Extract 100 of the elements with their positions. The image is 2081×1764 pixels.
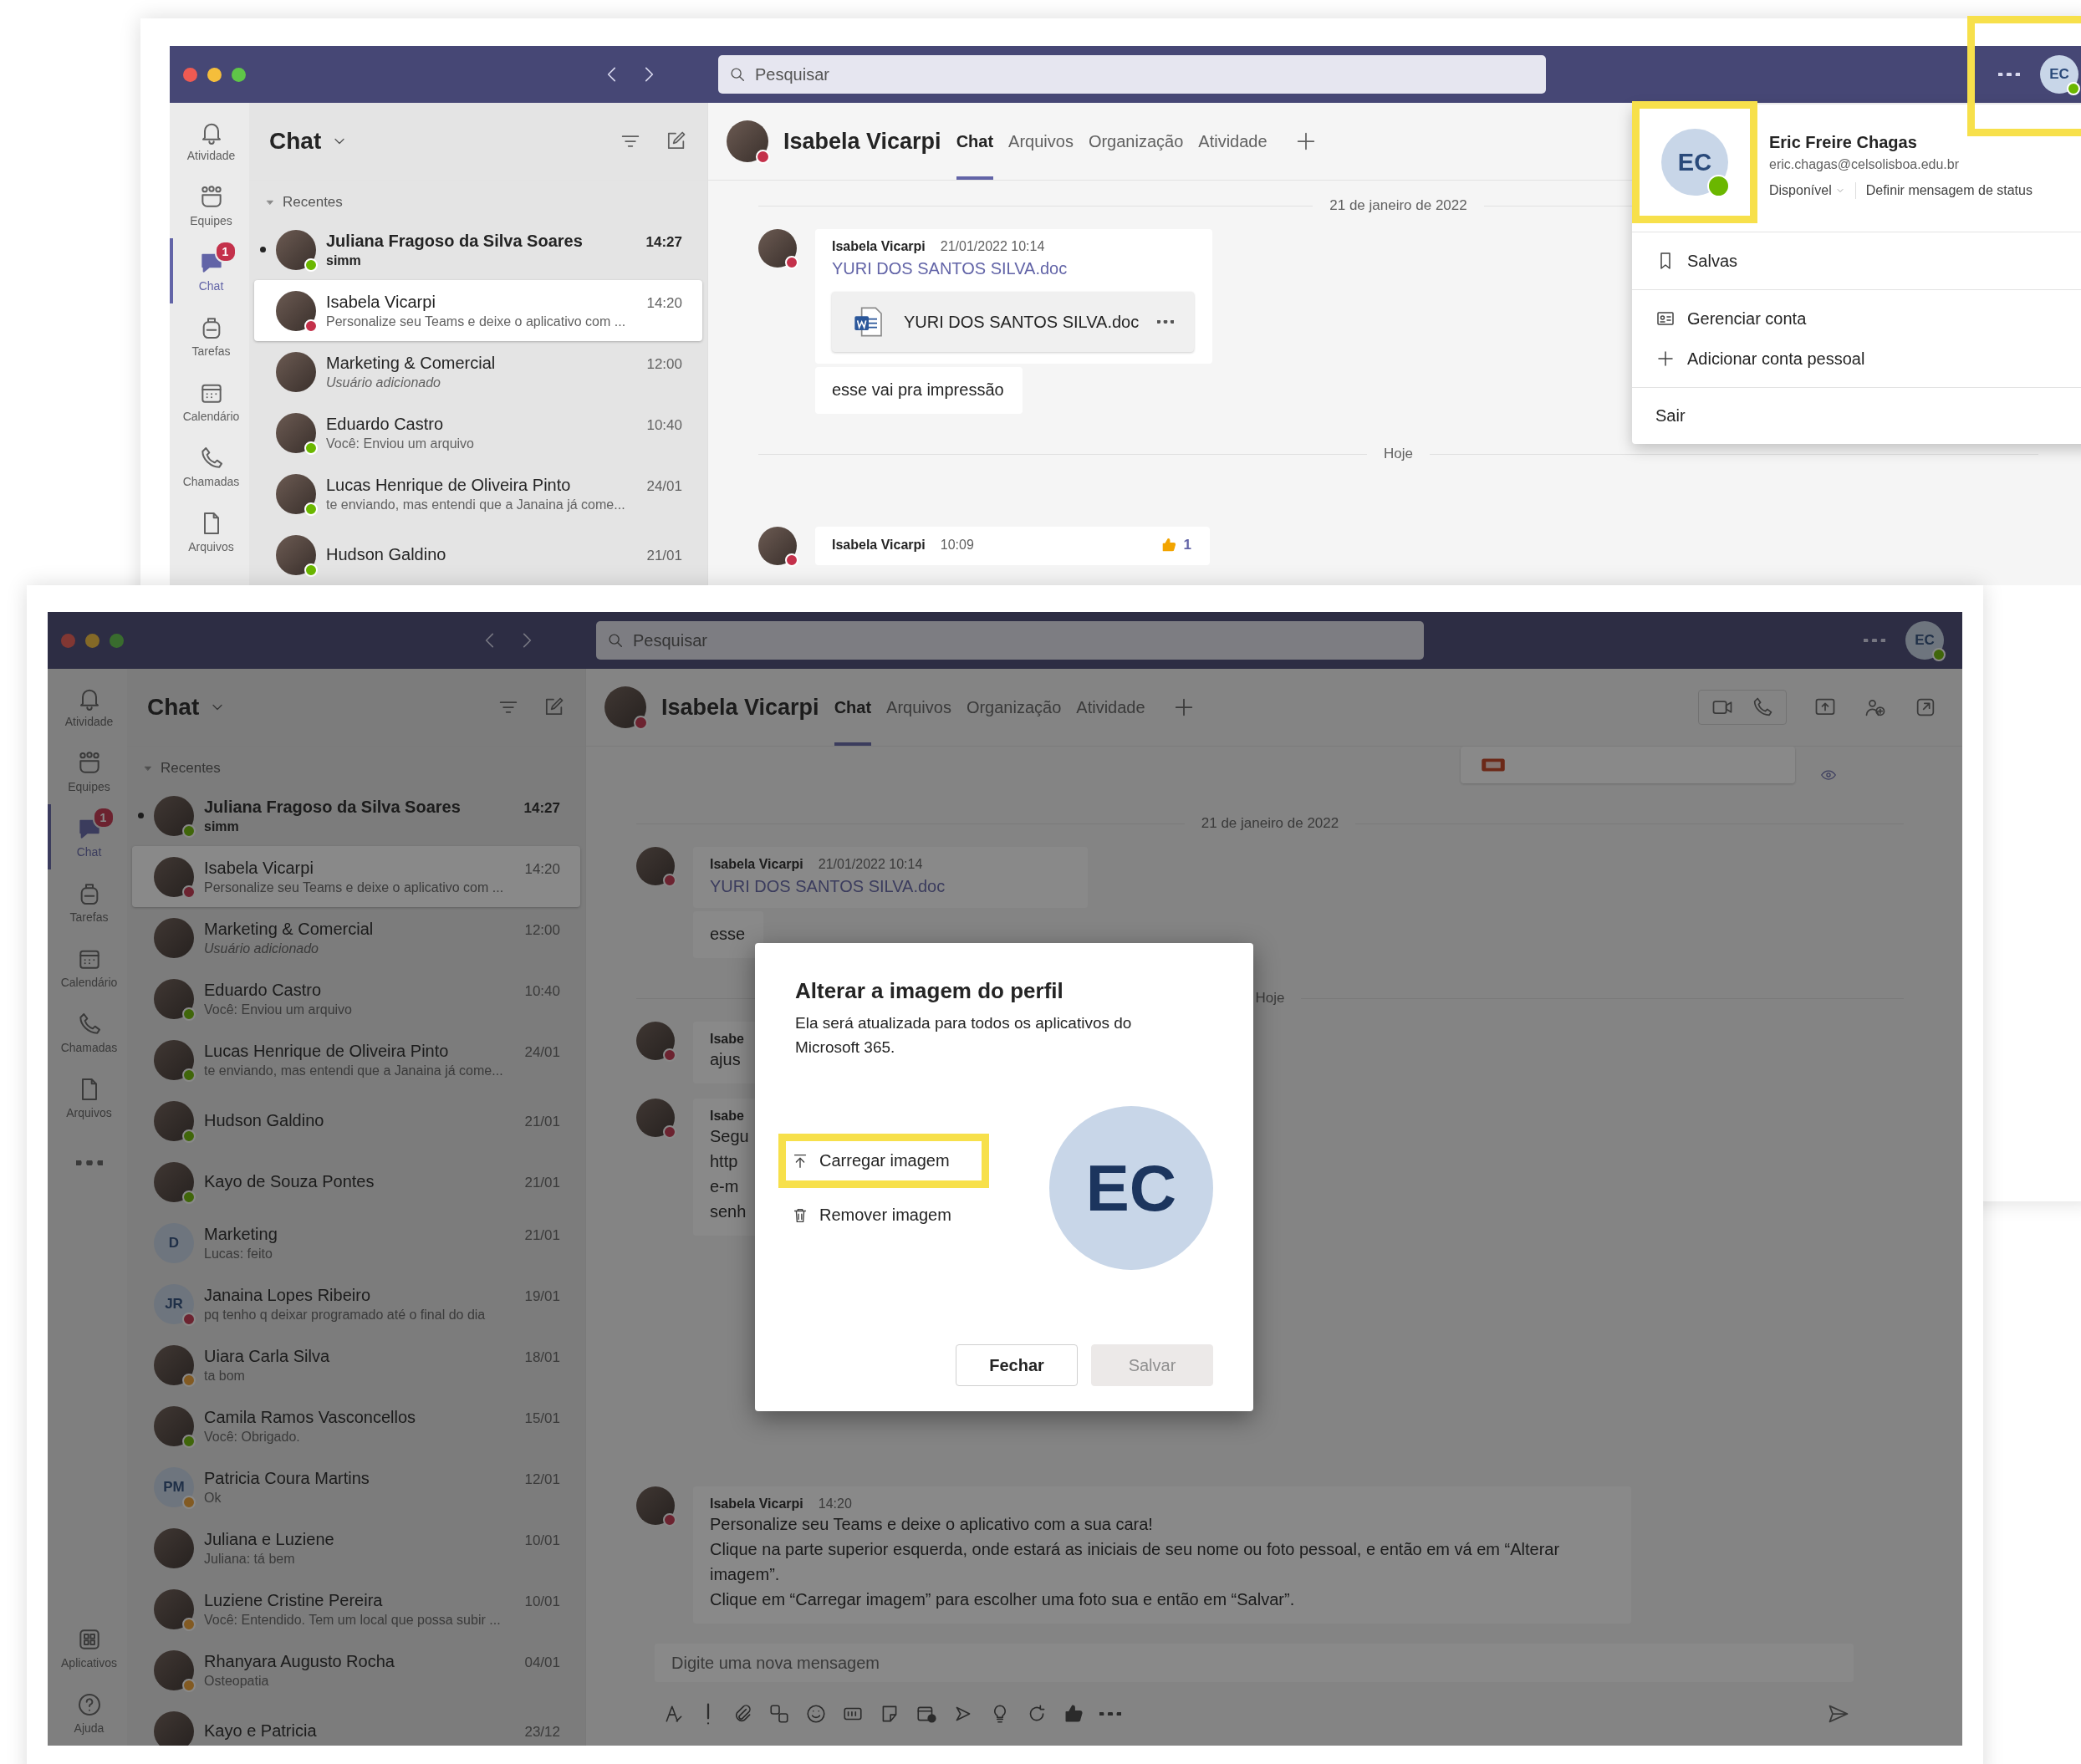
chat-list-item[interactable]: Camila Ramos Vasconcellos 15/01 Você: Obrigado. [132, 1395, 580, 1456]
avatar-photo [636, 1022, 675, 1060]
avatar-photo [154, 1161, 194, 1202]
tab[interactable]: Chat [834, 669, 872, 746]
rail-tab[interactable]: Chamadas [48, 1000, 127, 1065]
rail-tab[interactable]: Calendário [170, 369, 249, 434]
message-preview: simm [204, 818, 240, 834]
timestamp: 24/01 [646, 477, 682, 495]
message-text: ajus [710, 1049, 741, 1070]
chat-list-item[interactable]: Isabela Vicarpi 14:20 Personalize seu Teams e deixe o aplicativo com ... [132, 846, 580, 907]
file-link[interactable]: YURI DOS SANTOS SILVA.doc [710, 877, 1069, 896]
chat-list-item[interactable]: Rhanyara Augusto Rocha 04/01 Osteopatia [132, 1639, 580, 1700]
avatar: PM [154, 1466, 194, 1507]
smiley-button[interactable] [805, 1703, 827, 1725]
menu-item[interactable]: Adicionar conta pessoal [1632, 339, 2081, 379]
chat-list-item[interactable]: PM Patricia Coura Martins 12/01 Ok [132, 1456, 580, 1517]
search-field[interactable]: Pesquisar [718, 55, 1546, 94]
chat-list-item[interactable]: Juliana Fragoso da Silva Soares 14:27 simm [254, 219, 702, 280]
window-zoom-button[interactable] [232, 67, 246, 82]
file-card[interactable]: YURI DOS SANTOS SILVA.doc [832, 292, 1195, 352]
avatar-photo [636, 1486, 675, 1525]
avatar-photo [758, 527, 797, 565]
chat-list-item[interactable]: Hudson Galdino 21/01 [132, 1090, 580, 1151]
rail-tab[interactable]: Aplicativos [48, 1615, 127, 1680]
rail-tab[interactable]: Tarefas [48, 869, 127, 935]
search-icon [606, 631, 625, 650]
rail-tab[interactable]: Arquivos [170, 499, 249, 564]
window-minimize-button[interactable] [85, 633, 99, 648]
rail-tab[interactable]: Equipes [48, 739, 127, 804]
chat-list-item[interactable]: Lucas Henrique de Oliveira Pinto 24/01 te enviando, mas entendi que a Janaina já come... [132, 1029, 580, 1090]
avatar-photo [154, 795, 194, 836]
rail-tab[interactable]: Equipes [170, 173, 249, 238]
message-preview: Osteopatia [204, 1673, 270, 1689]
contact-name: Marketing & Comercial [204, 919, 375, 939]
timestamp: 15/01 [524, 1410, 560, 1427]
chat-list-item[interactable]: Kayo de Souza Pontes 21/01 [132, 1151, 580, 1212]
message-text: http [710, 1151, 738, 1172]
tab[interactable]: Chat [956, 103, 994, 180]
rail-tab[interactable]: Calendário [48, 935, 127, 1000]
chat-list-item[interactable]: Marketing & Comercial 12:00 Usuário adicionado [254, 341, 702, 402]
chat-list-item[interactable]: D Marketing 21/01 Lucas: feito [132, 1212, 580, 1273]
contact-name: Eduardo Castro [326, 414, 445, 434]
window-minimize-button[interactable] [207, 67, 222, 82]
message-author: Isabela Vicarpi [710, 1496, 803, 1512]
chat-list-item[interactable]: Juliana e Luziene 10/01 Juliana: tá bem [132, 1517, 580, 1578]
chat-list-item[interactable]: Juliana Fragoso da Silva Soares 14:27 simm [132, 785, 580, 846]
window-close-button[interactable] [183, 67, 197, 82]
timestamp: 12:00 [524, 921, 560, 939]
chat-list-item[interactable]: Isabela Vicarpi 14:20 Personalize seu Teams e deixe o aplicativo com ... [254, 280, 702, 341]
contact-name: Janaina Lopes Ribeiro [204, 1285, 372, 1305]
chat-list-item[interactable]: Hudson Galdino 21/01 [254, 524, 702, 585]
more-icon [1157, 320, 1175, 324]
menu-item[interactable]: Salvas [1632, 241, 2081, 281]
reaction-button[interactable]: 1 [1160, 537, 1191, 553]
user-email: eric.chagas@celsolisboa.edu.br [1769, 156, 1961, 172]
chat-list-item[interactable]: Eduardo Castro 10:40 Você: Enviou um arquivo [132, 968, 580, 1029]
chat-list-item[interactable]: Lucas Henrique de Oliveira Pinto 24/01 te enviando, mas entendi que a Janaina já come... [254, 463, 702, 524]
rail-tab[interactable]: Atividade [48, 674, 127, 739]
more-button[interactable] [1099, 1711, 1121, 1716]
rail-tab[interactable]: Atividade [170, 108, 249, 173]
message-text: Clique em “Carregar imagem” para escolher uma foto sua e então em “Salvar”. [710, 1589, 1295, 1610]
tab[interactable]: Organização [1088, 103, 1184, 180]
avatar: D [154, 1222, 194, 1263]
message-text: e-m [710, 1176, 739, 1197]
timestamp: 21/01 [646, 548, 682, 564]
chat-list-item[interactable]: Luziene Cristine Pereira 10/01 Você: Entendido. Tem um local que possa subir ... [132, 1578, 580, 1639]
dialog-button[interactable]: Fechar [956, 1344, 1078, 1386]
search-field[interactable]: Pesquisar [596, 621, 1424, 660]
message-preview: Personalize seu Teams e deixe o aplicativo com ... [204, 879, 505, 895]
timestamp: 10:40 [646, 416, 682, 434]
avatar-photo [154, 978, 194, 1019]
tab[interactable]: Atividade [1198, 103, 1267, 180]
tab[interactable]: Organização [966, 669, 1062, 746]
loop-button[interactable] [768, 1703, 790, 1725]
tab[interactable]: Atividade [1076, 669, 1145, 746]
timestamp: 21/01 [524, 1226, 560, 1244]
message-text: Clique na parte superior esquerda, onde estará as iniciais de seu nome ou foto pessoal, e então em vá em “Alterar imagem”. [710, 1539, 1561, 1585]
tab[interactable]: Arquivos [1008, 103, 1074, 180]
rail-tab[interactable]: Arquivos [48, 1065, 127, 1130]
remove-image-button[interactable]: Remover imagem [791, 1206, 951, 1225]
status-message-link[interactable]: Definir mensagem de status [1865, 182, 2033, 198]
message-input[interactable]: Digite uma nova mensagem [655, 1644, 1854, 1682]
timestamp: 14:20 [524, 860, 560, 878]
rail-tab[interactable]: Chamadas [170, 434, 249, 499]
chat-list-item[interactable]: Kayo e Patricia 23/12 [132, 1700, 580, 1746]
rail-tab[interactable]: Tarefas [170, 303, 249, 369]
rail-tab[interactable]: Ajuda [48, 1680, 127, 1746]
menu-item[interactable]: Sair [1632, 396, 2081, 436]
file-link[interactable]: YURI DOS SANTOS SILVA.doc [832, 259, 1195, 278]
window-zoom-button[interactable] [110, 633, 124, 648]
message-text: esse [710, 924, 746, 945]
chat-list-item[interactable]: Marketing & Comercial 12:00 Usuário adicionado [132, 907, 580, 968]
avatar-photo [154, 856, 194, 897]
chat-list-item[interactable]: JR Janaina Lopes Ribeiro 19/01 pq tenho q deixar programado até o final do dia [132, 1273, 580, 1334]
chat-list-item[interactable]: Uiara Carla Silva 18/01 ta bom [132, 1334, 580, 1395]
upload-image-button[interactable]: Carregar imagem [791, 1151, 950, 1170]
chat-list-item[interactable]: Eduardo Castro 10:40 Você: Enviou um arquivo [254, 402, 702, 463]
tab[interactable]: Arquivos [886, 669, 951, 746]
menu-item[interactable]: Gerenciar conta [1632, 298, 2081, 339]
availability-dropdown[interactable]: Disponível [1769, 182, 1845, 198]
